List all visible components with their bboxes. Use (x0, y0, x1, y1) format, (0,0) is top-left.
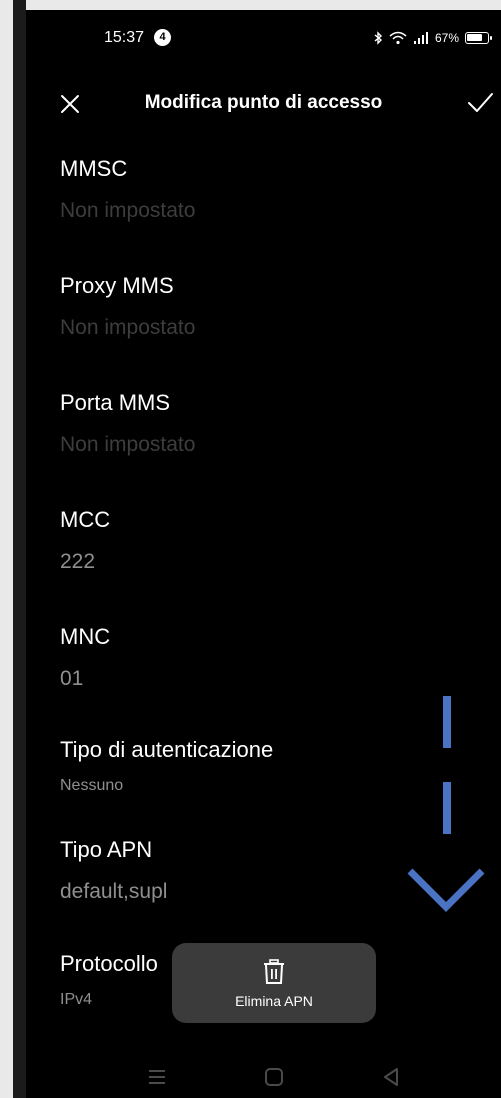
field-value: 01 (60, 667, 84, 690)
notification-badge: 4 (154, 29, 171, 46)
battery-icon (465, 32, 492, 44)
field-mnc[interactable]: MNC 01 (60, 623, 480, 693)
field-mmsc[interactable]: MMSC Non impostato (60, 155, 480, 225)
field-value: Non impostato (60, 433, 196, 456)
field-value: 222 (60, 550, 96, 573)
field-value: Non impostato (60, 316, 196, 339)
left-gutter (0, 0, 13, 1098)
delete-apn-button[interactable]: Elimina APN (172, 943, 376, 1023)
field-label: MNC (60, 624, 111, 649)
check-icon[interactable] (465, 88, 495, 118)
arrow-dash (443, 696, 451, 748)
left-gap (13, 0, 26, 1098)
arrow-chevron (407, 868, 485, 912)
field-label: Tipo di autenticazione (60, 737, 274, 762)
nav-bar (26, 1058, 501, 1098)
app-bar: Modifica punto di accesso (26, 80, 501, 126)
phone-screen: 15:37 4 67% Modifica punto di accesso MM… (26, 10, 501, 1098)
arrow-dash (443, 782, 451, 834)
battery-percent: 67% (434, 31, 459, 45)
field-label: Porta MMS (60, 390, 171, 415)
top-edge (26, 0, 501, 10)
back-icon[interactable] (380, 1066, 402, 1088)
trash-icon (264, 959, 284, 984)
field-value: Non impostato (60, 199, 196, 222)
status-time: 15:37 (104, 29, 145, 46)
field-tipo-autenticazione[interactable]: Tipo di autenticazione Nessuno (60, 736, 480, 800)
status-icons: 67% (373, 28, 492, 48)
delete-apn-label: Elimina APN (235, 993, 313, 1009)
page-title: Modifica punto di accesso (144, 92, 383, 113)
field-label: Tipo APN (60, 837, 153, 862)
field-label: MMSC (60, 156, 128, 181)
signal-icon (413, 32, 428, 44)
field-value: Nessuno (60, 777, 124, 794)
status-bar: 15:37 4 67% (26, 10, 501, 68)
menu-icon[interactable] (146, 1066, 168, 1088)
wifi-icon (389, 31, 407, 45)
home-icon[interactable] (263, 1066, 285, 1088)
field-porta-mms[interactable]: Porta MMS Non impostato (60, 389, 480, 459)
field-mcc[interactable]: MCC 222 (60, 506, 480, 576)
bluetooth-icon (374, 31, 383, 45)
field-proxy-mms[interactable]: Proxy MMS Non impostato (60, 272, 480, 342)
field-label: Proxy MMS (60, 273, 174, 298)
field-label: MCC (60, 507, 111, 532)
